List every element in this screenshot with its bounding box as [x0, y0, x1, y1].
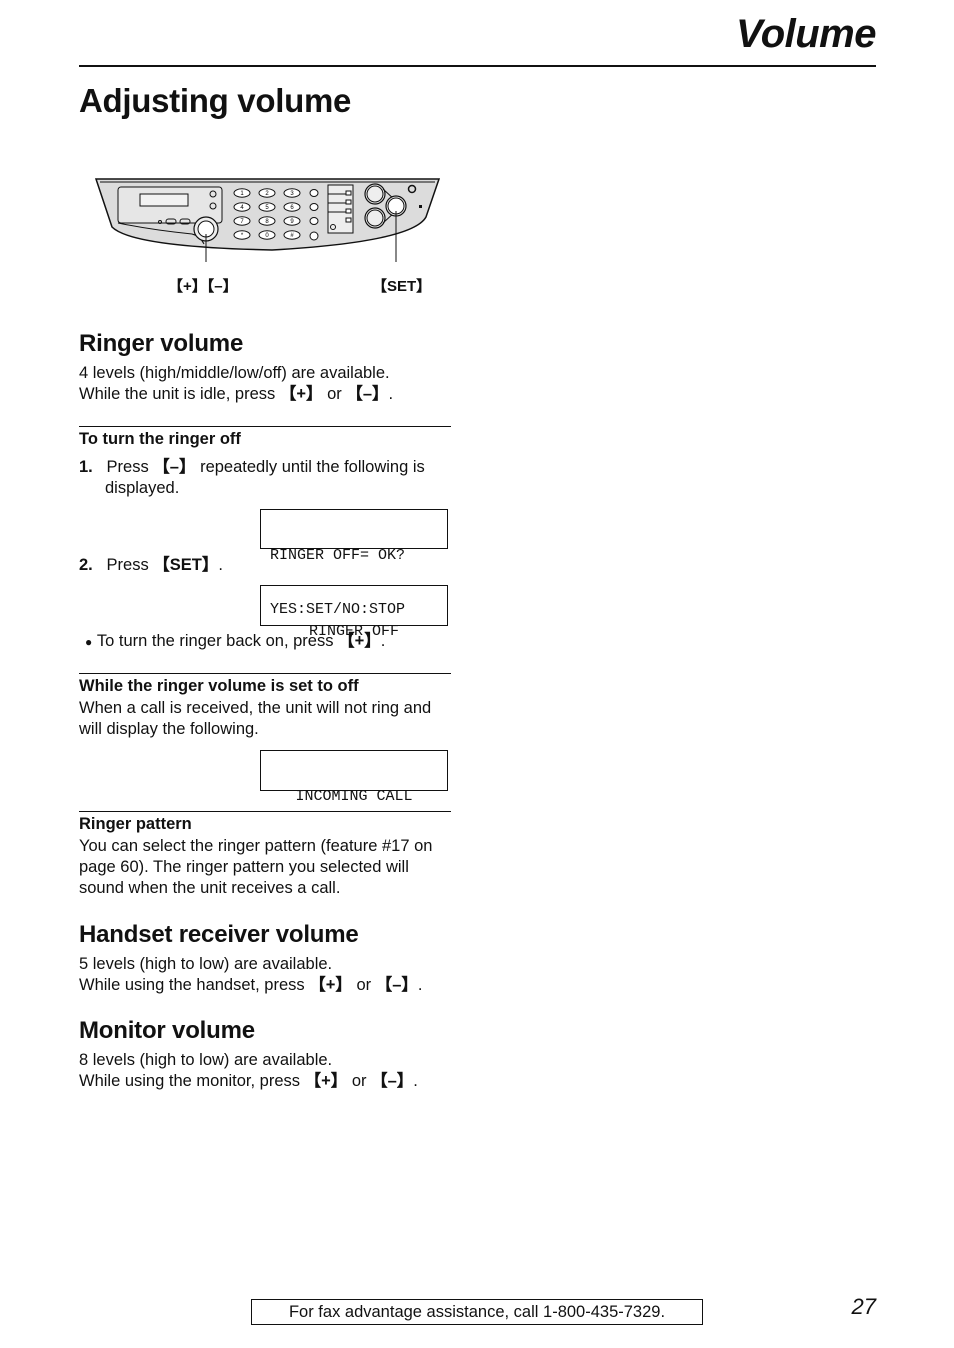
assistance-footer: For fax advantage assistance, call 1-800…	[251, 1299, 703, 1325]
while-off-text: When a call is received, the unit will n…	[79, 699, 432, 738]
minus-key: 【–】	[371, 1072, 414, 1090]
step-1: 1. Press 【–】 repeatedly until the follow…	[79, 458, 425, 497]
bullet-icon: ●	[85, 635, 93, 649]
handset-volume-heading: Handset receiver volume	[79, 921, 359, 948]
lcd-display-ringer-off-confirm: RINGER OFF= OK? YES:SET/NO:STOP	[260, 509, 448, 618]
monitor-volume-text: 8 levels (high to low) are available. Wh…	[79, 1051, 418, 1090]
handset-volume-text: 5 levels (high to low) are available. Wh…	[79, 955, 423, 994]
divider	[79, 811, 451, 812]
section-title: Volume	[736, 12, 877, 56]
ringer-volume-heading: Ringer volume	[79, 330, 244, 357]
plus-key: 【+】	[304, 1072, 348, 1090]
minus-key: 【–】	[375, 976, 418, 994]
plus-minus-callout: 【+】【–】	[168, 278, 238, 295]
page-number: 27	[851, 1294, 876, 1319]
monitor-volume-heading: Monitor volume	[79, 1017, 255, 1044]
divider	[79, 673, 451, 674]
page-title: Adjusting volume	[79, 82, 352, 119]
step-2: 2. Press 【SET】.	[79, 556, 223, 574]
fax-control-panel-illustration: 1 2 3 4 5 6 7 8 9 * 0 #	[92, 172, 444, 267]
plus-key: 【+】	[279, 385, 323, 403]
lcd-screen	[139, 193, 189, 207]
ringer-pattern-text: You can select the ringer pattern (featu…	[79, 837, 433, 897]
while-off-heading: While the ringer volume is set to off	[79, 677, 359, 695]
minus-key: 【–】	[346, 385, 389, 403]
set-key: 【SET】	[153, 556, 219, 574]
bullet-note: ● To turn the ringer back on, press 【+】.	[85, 632, 386, 650]
ringer-volume-text: 4 levels (high/middle/low/off) are avail…	[79, 364, 394, 403]
set-callout: 【SET】	[372, 278, 432, 295]
divider	[79, 426, 451, 427]
header-rule	[79, 65, 876, 67]
lcd-display-ringer-off: RINGER OFF	[260, 585, 448, 640]
plus-key: 【+】	[338, 632, 381, 650]
minus-key: 【–】	[153, 458, 196, 476]
turn-ringer-off-heading: To turn the ringer off	[79, 430, 241, 448]
plus-key: 【+】	[309, 976, 352, 994]
control-panel-drawing: 1 2 3 4 5 6 7 8 9 * 0 #	[94, 178, 441, 262]
ringer-pattern-heading: Ringer pattern	[79, 815, 192, 833]
lcd-display-incoming-call: INCOMING CALL	[260, 750, 448, 805]
